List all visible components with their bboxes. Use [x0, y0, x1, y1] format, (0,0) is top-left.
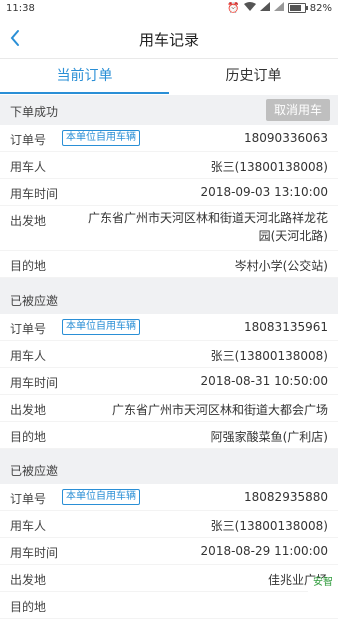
order-header: 已被应邀: [0, 284, 338, 314]
order-card: 已被应邀 订单号 本单位自用车辆 18082935880 用车人 张三(1380…: [0, 454, 338, 619]
order-card: 已被应邀 订单号 本单位自用车辆 18083135961 用车人 张三(1380…: [0, 284, 338, 449]
order-status: 已被应邀: [10, 464, 59, 478]
from-row: 出发地 广东省广州市天河区林和街道大都会广场: [0, 395, 338, 422]
nav-bar: 用车记录: [0, 18, 338, 58]
tab-bar: 当前订单 历史订单: [0, 58, 338, 96]
time-row: 用车时间 2018-08-31 10:50:00: [0, 368, 338, 395]
order-no-row: 订单号 本单位自用车辆 18083135961: [0, 314, 338, 341]
to-value: 岑村小学(公交站): [234, 259, 328, 273]
user-row: 用车人 张三(13800138008): [0, 341, 338, 368]
time-value: 2018-08-29 11:00:00: [200, 544, 328, 558]
to-value: 阿强家酸菜鱼(广利店): [210, 430, 328, 444]
user-value: 张三(13800138008): [210, 519, 328, 533]
battery-icon: [287, 3, 308, 13]
user-row: 用车人 张三(13800138008): [0, 152, 338, 179]
vehicle-type-badge: 本单位自用车辆: [62, 130, 140, 146]
order-no-label: 订单号: [10, 492, 47, 506]
vehicle-type-badge: 本单位自用车辆: [62, 319, 140, 335]
order-status: 下单成功: [10, 105, 59, 119]
order-details: 订单号 本单位自用车辆 18083135961 用车人 张三(138001380…: [0, 314, 338, 449]
time-row: 用车时间 2018-09-03 13:10:00: [0, 179, 338, 206]
status-bar: 11:38 ⏰ 82%: [0, 0, 338, 18]
user-label: 用车人: [10, 160, 47, 174]
to-row: 目的地 岑村小学(公交站): [0, 251, 338, 278]
order-no-row: 订单号 本单位自用车辆 18082935880: [0, 484, 338, 511]
status-icons: ⏰ 82%: [227, 2, 332, 14]
user-value: 张三(13800138008): [210, 349, 328, 363]
time-value: 2018-08-31 10:50:00: [200, 374, 328, 388]
to-label: 目的地: [10, 600, 47, 614]
tab-history-orders[interactable]: 历史订单: [169, 65, 338, 85]
order-header: 已被应邀: [0, 454, 338, 484]
order-no-value: 18083135961: [244, 320, 328, 334]
status-time: 11:38: [6, 3, 35, 14]
order-card: 下单成功 取消用车 订单号 本单位自用车辆 18090336063 用车人 张三…: [0, 95, 338, 278]
cancel-order-button[interactable]: 取消用车: [265, 99, 330, 121]
from-value: 广东省广州市天河区林和街道大都会广场: [111, 403, 328, 417]
order-no-label: 订单号: [10, 322, 47, 336]
alarm-icon: ⏰: [227, 2, 240, 14]
to-row: 目的地 阿强家酸菜鱼(广利店): [0, 422, 338, 449]
order-no-value: 18082935880: [244, 490, 328, 504]
page-title: 用车记录: [138, 31, 199, 49]
time-label: 用车时间: [10, 187, 59, 201]
vehicle-type-badge: 本单位自用车辆: [62, 489, 140, 505]
from-label: 出发地: [10, 214, 47, 228]
wifi-icon: [243, 2, 256, 14]
time-value: 2018-09-03 13:10:00: [200, 185, 328, 199]
order-status: 已被应邀: [10, 294, 59, 308]
from-label: 出发地: [10, 403, 47, 417]
order-no-row: 订单号 本单位自用车辆 18090336063: [0, 125, 338, 152]
user-label: 用车人: [10, 519, 47, 533]
user-row: 用车人 张三(13800138008): [0, 511, 338, 538]
to-label: 目的地: [10, 259, 47, 273]
order-details: 订单号 本单位自用车辆 18090336063 用车人 张三(138001380…: [0, 125, 338, 278]
from-label: 出发地: [10, 573, 47, 587]
user-value: 张三(13800138008): [210, 160, 328, 174]
watermark-logo: 安智: [308, 578, 338, 600]
time-label: 用车时间: [10, 376, 59, 390]
time-label: 用车时间: [10, 546, 59, 560]
time-row: 用车时间 2018-08-29 11:00:00: [0, 538, 338, 565]
battery-percent: 82%: [309, 2, 332, 14]
order-no-value: 18090336063: [244, 131, 328, 145]
to-row: 目的地: [0, 592, 338, 619]
order-details: 订单号 本单位自用车辆 18082935880 用车人 张三(138001380…: [0, 484, 338, 619]
signal-icon: [259, 2, 270, 14]
from-row: 出发地 佳兆业广场: [0, 565, 338, 592]
from-row: 出发地 广东省广州市天河区林和街道天河北路祥龙花园(天河北路): [0, 206, 338, 251]
order-no-label: 订单号: [10, 133, 47, 147]
to-label: 目的地: [10, 430, 47, 444]
from-value: 广东省广州市天河区林和街道天河北路祥龙花园(天河北路): [88, 211, 329, 243]
order-header: 下单成功 取消用车: [0, 95, 338, 125]
signal-2-icon: [273, 2, 284, 14]
tab-current-orders[interactable]: 当前订单: [0, 65, 169, 85]
user-label: 用车人: [10, 349, 47, 363]
active-tab-indicator: [0, 92, 169, 94]
